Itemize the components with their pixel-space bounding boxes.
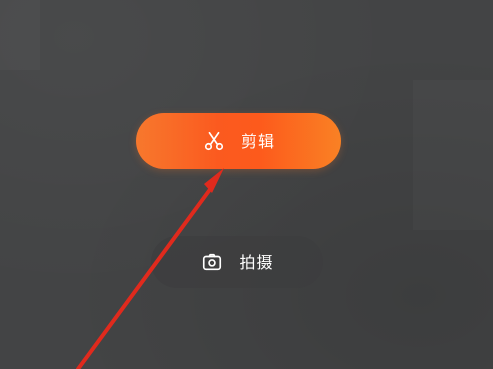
background-panel-left (0, 0, 40, 70)
shoot-button[interactable]: 拍摄 (151, 236, 323, 288)
edit-label: 剪辑 (240, 132, 275, 151)
camera-icon (200, 250, 224, 274)
background-panel-right (413, 80, 493, 230)
edit-button[interactable]: 剪辑 (136, 113, 341, 169)
shoot-label: 拍摄 (239, 253, 274, 272)
scissors-icon (202, 129, 226, 153)
